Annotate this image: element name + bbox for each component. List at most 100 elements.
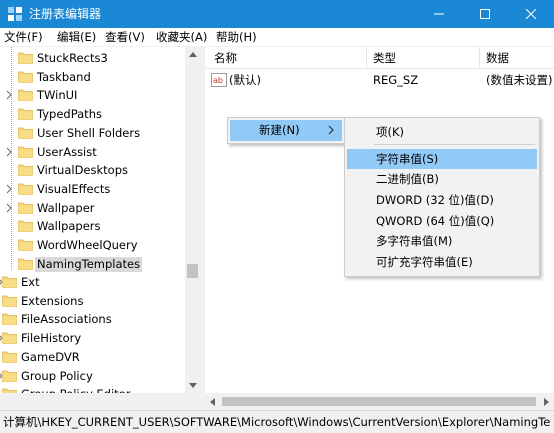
list-header: 名称 类型 数据 <box>205 47 554 69</box>
context-menu: 新建(N) <box>227 117 345 144</box>
tree-item[interactable]: Group Policy Editor <box>0 385 185 393</box>
tree-item[interactable]: WordWheelQuery <box>0 236 185 255</box>
registry-path: 计算机\HKEY_CURRENT_USER\SOFTWARE\Microsoft… <box>3 415 551 429</box>
svg-text:ab: ab <box>213 76 223 85</box>
column-separator[interactable] <box>366 47 367 69</box>
submenu-item[interactable]: 项(K) <box>347 122 537 142</box>
list-item[interactable]: ab (默认) REG_SZ (数值未设置) <box>205 71 554 90</box>
tree-item-label: NamingTemplates <box>35 256 143 272</box>
tree-item-label: FileAssociations <box>21 312 112 327</box>
expand-arrow-icon[interactable] <box>5 89 13 101</box>
folder-icon <box>18 145 33 158</box>
tree-item-label: UserAssist <box>37 144 97 159</box>
column-header-name[interactable]: 名称 <box>214 51 237 65</box>
maximize-button[interactable] <box>462 0 508 28</box>
tree-bottom-strip <box>0 393 205 410</box>
tree-item-label: TWinUI <box>37 88 78 103</box>
column-header-type[interactable]: 类型 <box>373 51 396 65</box>
folder-icon <box>2 294 17 307</box>
scroll-right-icon <box>544 397 549 406</box>
tree-item[interactable]: StuckRects3 <box>0 49 185 68</box>
submenu-item[interactable]: 可扩充字符串值(E) <box>347 252 537 272</box>
tree-item[interactable]: User Shell Folders <box>0 124 185 143</box>
tree-item[interactable]: VisualEffects <box>0 180 185 199</box>
tree-item-label: WordWheelQuery <box>37 238 138 252</box>
submenu-item[interactable]: DWORD (32 位)值(D) <box>347 190 537 210</box>
expand-arrow-icon[interactable] <box>5 183 13 195</box>
new-submenu: 项(K) 字符串值(S) 二进制值(B) DWORD (32 位)值(D) QWORD … <box>344 117 540 277</box>
close-button[interactable] <box>508 0 554 28</box>
menu-favorites[interactable]: 收藏夹(A) <box>156 30 207 45</box>
scroll-up-icon <box>188 52 197 57</box>
folder-icon <box>2 369 17 382</box>
tree-item-label: Taskband <box>37 69 91 84</box>
tree-item-label: Wallpaper <box>37 200 95 215</box>
tree-item[interactable]: Wallpapers <box>0 217 185 236</box>
submenu-item-label: 项(K) <box>376 125 405 139</box>
submenu-item[interactable]: QWORD (64 位)值(Q) <box>347 211 537 231</box>
tree-item[interactable]: Ext <box>0 273 185 292</box>
folder-icon <box>2 331 17 344</box>
submenu-item-label: 可扩充字符串值(E) <box>376 255 473 269</box>
horizontal-scroll-thumb[interactable] <box>222 397 536 406</box>
submenu-item-label: QWORD (64 位)值(Q) <box>376 214 495 228</box>
menu-view[interactable]: 查看(V) <box>105 30 145 45</box>
folder-icon <box>18 182 33 195</box>
tree-item[interactable]: TypedPaths <box>0 105 185 124</box>
column-header-data[interactable]: 数据 <box>486 51 509 65</box>
tree-item[interactable]: Group Policy <box>0 367 185 386</box>
tree-item[interactable]: Extensions <box>0 292 185 311</box>
menu-separator <box>374 144 535 145</box>
menu-file[interactable]: 文件(F) <box>4 30 43 45</box>
minimize-icon <box>434 13 444 15</box>
scroll-up-button[interactable] <box>185 47 200 62</box>
tree-item[interactable]: FileAssociations <box>0 310 185 329</box>
tree-item[interactable]: VirtualDesktops <box>0 161 185 180</box>
tree-item[interactable]: Wallpaper <box>0 199 185 218</box>
window-title: 注册表编辑器 <box>29 7 102 21</box>
submenu-arrow-icon <box>328 125 334 135</box>
menu-edit[interactable]: 编辑(E) <box>57 30 96 45</box>
tree-item-label: GameDVR <box>21 349 80 364</box>
scroll-down-icon <box>188 383 197 388</box>
tree-item[interactable]: UserAssist <box>0 143 185 162</box>
menu-help[interactable]: 帮助(H) <box>216 30 257 45</box>
folder-icon <box>2 350 17 363</box>
submenu-item-label: 多字符串值(M) <box>376 234 453 248</box>
scroll-down-button[interactable] <box>185 378 200 393</box>
folder-icon <box>18 163 33 177</box>
expand-arrow-icon[interactable] <box>5 202 13 214</box>
tree-item-label: VirtualDesktops <box>37 163 128 178</box>
maximize-icon <box>480 9 490 19</box>
submenu-item-label: DWORD (32 位)值(D) <box>376 193 494 207</box>
tree-item[interactable]: GameDVR <box>0 348 185 367</box>
folder-icon <box>18 257 33 270</box>
folder-icon <box>18 201 33 214</box>
tree-item-label: StuckRects3 <box>37 51 108 65</box>
submenu-item-label: 二进制值(B) <box>376 172 439 186</box>
minimize-button[interactable] <box>416 0 462 28</box>
list-horizontal-scrollbar[interactable] <box>205 393 554 410</box>
column-separator[interactable] <box>479 47 480 69</box>
string-value-icon: ab <box>211 73 227 87</box>
tree-item[interactable]: FileHistory <box>0 329 185 348</box>
scroll-thumb[interactable] <box>187 264 198 278</box>
tree-item[interactable]: NamingTemplates <box>0 255 185 274</box>
value-type: REG_SZ <box>373 73 419 87</box>
close-icon <box>526 9 536 19</box>
expand-arrow-icon[interactable] <box>5 146 13 158</box>
scroll-right-button[interactable] <box>539 394 554 409</box>
tree-vertical-scrollbar[interactable] <box>185 47 200 393</box>
submenu-item[interactable]: 二进制值(B) <box>347 169 537 189</box>
folder-icon <box>18 126 33 139</box>
value-name: (默认) <box>229 73 261 87</box>
folder-icon <box>18 219 33 233</box>
registry-tree[interactable]: StuckRects3 Taskband TWinUI TypedPaths User … <box>0 47 199 393</box>
scroll-left-button[interactable] <box>205 394 220 409</box>
folder-icon <box>2 312 17 326</box>
submenu-item[interactable]: 多字符串值(M) <box>347 231 537 251</box>
status-bar: 计算机\HKEY_CURRENT_USER\SOFTWARE\Microsoft… <box>0 410 554 433</box>
tree-item[interactable]: Taskband <box>0 68 185 87</box>
tree-item[interactable]: TWinUI <box>0 86 185 105</box>
submenu-item[interactable]: 字符串值(S) <box>347 149 537 169</box>
